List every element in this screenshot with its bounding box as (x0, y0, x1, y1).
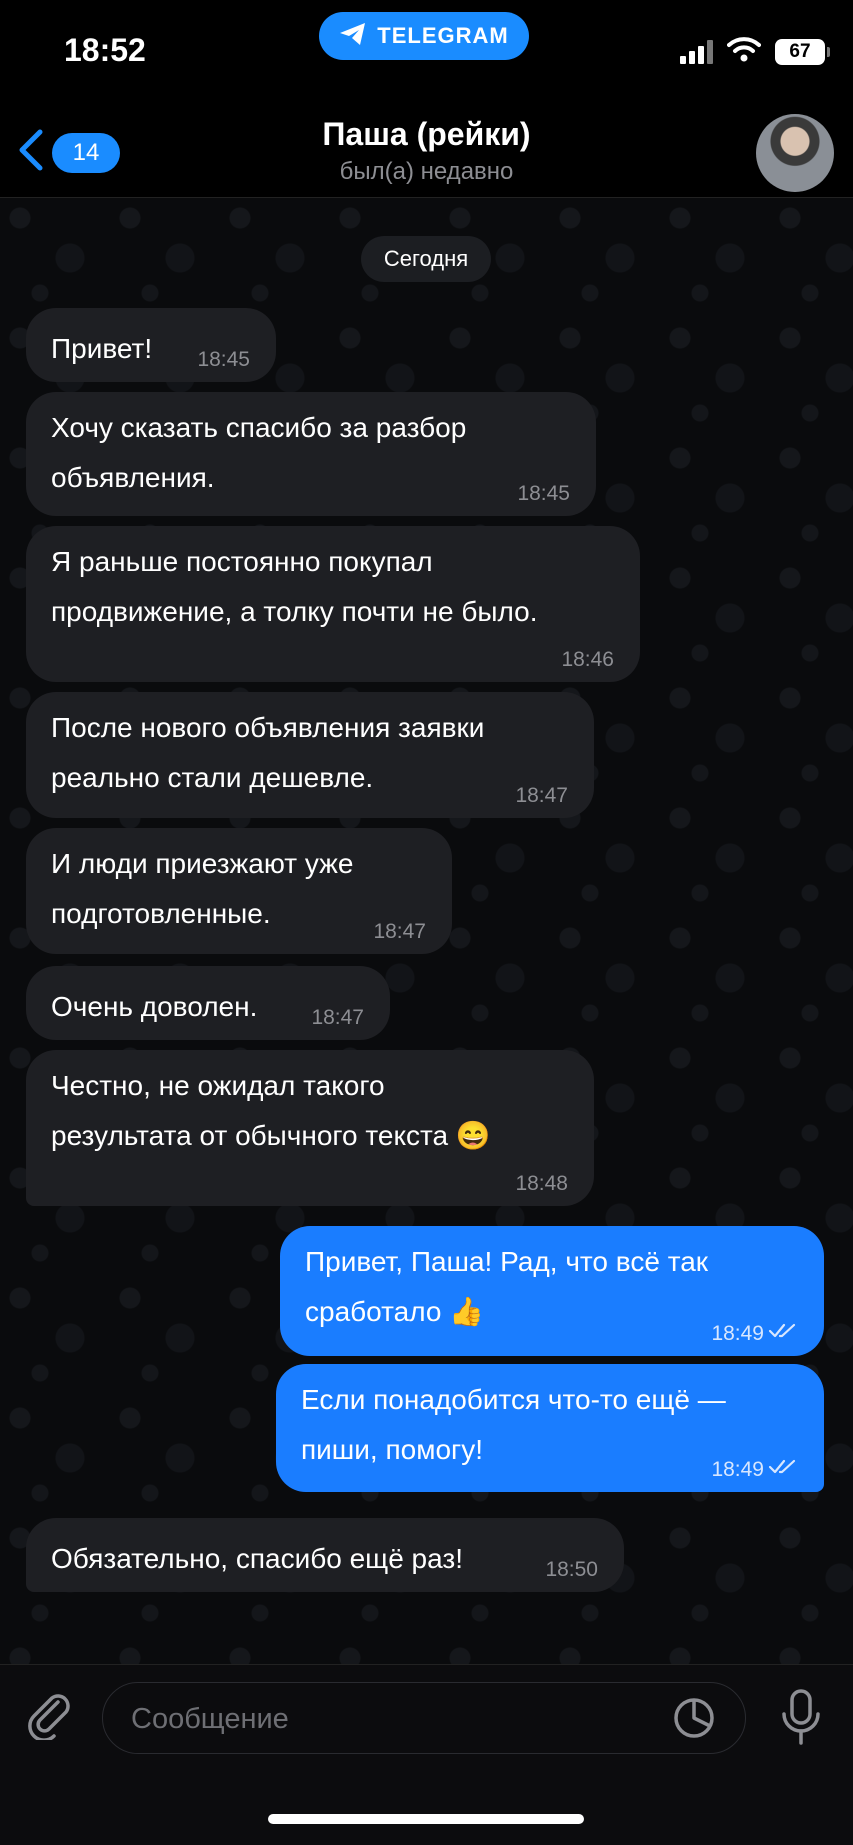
message-text: И люди приезжают уже подготовленные. (51, 848, 354, 929)
message-bubble-incoming[interactable]: Честно, не ожидал такого результата от о… (26, 1050, 594, 1206)
signal-icon (680, 39, 713, 64)
double-check-icon (768, 1458, 798, 1482)
message-bubble-incoming[interactable]: Привет! 18:45 (26, 308, 276, 382)
message-time: 18:47 (515, 784, 568, 807)
message-text: Я раньше постоянно покупал продвижение, … (51, 546, 538, 627)
message-bubble-incoming[interactable]: Хочу сказать спасибо за разбор объявлени… (26, 392, 596, 516)
message-text: Хочу сказать спасибо за разбор объявлени… (51, 412, 467, 493)
telegram-pill-label: TELEGRAM (377, 23, 509, 48)
microphone-icon[interactable] (778, 1688, 824, 1748)
battery-icon: 67 (775, 38, 830, 65)
message-time: 18:48 (515, 1172, 568, 1195)
message-time: 18:46 (561, 648, 614, 671)
message-text: После нового объявления заявки реально с… (51, 712, 485, 793)
sticker-icon[interactable] (672, 1696, 716, 1740)
message-time: 18:50 (545, 1558, 598, 1581)
message-time: 18:47 (311, 1006, 364, 1029)
message-time: 18:45 (197, 348, 250, 371)
message-bubble-outgoing[interactable]: Привет, Паша! Рад, что всё так сработало… (280, 1226, 824, 1356)
message-bubble-outgoing[interactable]: Если понадобится что-то ещё — пиши, помо… (276, 1364, 824, 1492)
telegram-pill[interactable]: TELEGRAM (319, 12, 529, 60)
attach-icon[interactable] (22, 1686, 76, 1742)
message-bubble-incoming[interactable]: И люди приезжают уже подготовленные. 18:… (26, 828, 452, 954)
message-time: 18:47 (373, 920, 426, 943)
message-bubble-incoming[interactable]: Очень доволен. 18:47 (26, 966, 390, 1040)
double-check-icon (768, 1322, 798, 1346)
telegram-logo-icon (339, 22, 367, 51)
status-time: 18:52 (64, 32, 146, 68)
status-icons: 67 (680, 36, 830, 67)
message-time: 18:49 (711, 1322, 798, 1346)
message-time: 18:49 (711, 1458, 798, 1482)
chat-status: был(а) недавно (339, 158, 514, 185)
contact-avatar[interactable] (756, 114, 834, 192)
date-separator: Сегодня (361, 236, 491, 282)
message-input-field[interactable] (102, 1682, 746, 1755)
message-bubble-incoming[interactable]: Я раньше постоянно покупал продвижение, … (26, 526, 640, 682)
home-indicator[interactable] (268, 1814, 584, 1824)
message-text: Честно, не ожидал такого результата от о… (51, 1070, 491, 1151)
message-bubble-incoming[interactable]: Обязательно, спасибо ещё раз! 18:50 (26, 1518, 624, 1592)
header-divider (0, 197, 853, 198)
wifi-icon (727, 36, 761, 67)
message-input[interactable] (129, 1683, 653, 1755)
message-time: 18:45 (517, 482, 570, 505)
message-text: Привет, Паша! Рад, что всё так сработало… (305, 1246, 709, 1327)
message-text: Обязательно, спасибо ещё раз! (51, 1543, 464, 1574)
message-bubble-incoming[interactable]: После нового объявления заявки реально с… (26, 692, 594, 818)
chat-title[interactable]: Паша (рейки) (0, 116, 853, 153)
